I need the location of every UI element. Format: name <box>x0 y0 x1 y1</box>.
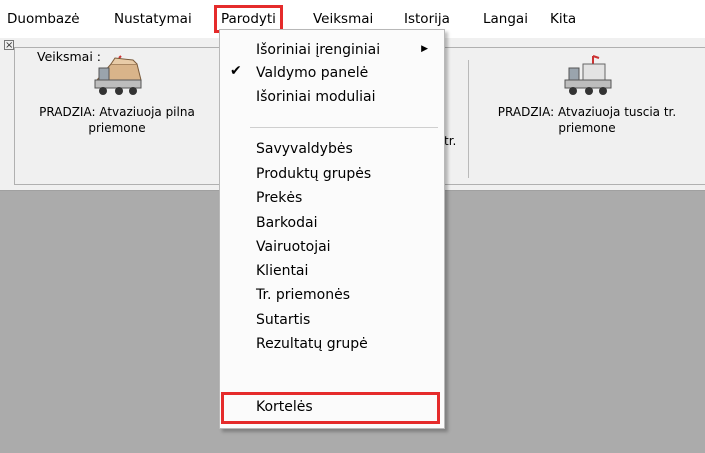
menu-divider <box>250 127 438 128</box>
menu-item-product-groups[interactable]: Produktų grupės <box>256 163 371 185</box>
menu-item-vehicles[interactable]: Tr. priemonės <box>256 284 350 306</box>
arrive-loaded-button[interactable]: PRADZIA: Atvaziuoja pilna priemone <box>18 54 216 136</box>
menu-veiksmai[interactable]: Veiksmai <box>313 9 373 29</box>
highlight-box <box>221 392 440 424</box>
menu-duombaze[interactable]: Duombazė <box>7 9 80 29</box>
menu-item-external-modules[interactable]: Išoriniai moduliai <box>256 86 376 108</box>
arrive-loaded-label: PRADZIA: Atvaziuoja pilna priemone <box>39 105 195 135</box>
loaded-truck-icon <box>89 54 145 98</box>
menu-item-external-devices[interactable]: Išoriniai įrenginiai <box>256 39 380 61</box>
toolbar-separator <box>468 60 469 178</box>
menu-item-drivers[interactable]: Vairuotojai <box>256 236 331 258</box>
close-panel-icon[interactable]: × <box>4 40 14 51</box>
arrive-empty-label: PRADZIA: Atvaziuoja tuscia tr. priemone <box>497 105 677 135</box>
hidden-button-label-fragment: tr. <box>444 134 457 148</box>
menu-item-municipalities[interactable]: Savyvaldybės <box>256 138 353 160</box>
menu-item-barcodes[interactable]: Barkodai <box>256 212 317 234</box>
empty-truck-icon <box>559 54 615 98</box>
menu-item-control-panel[interactable]: Valdymo panelė <box>256 62 368 84</box>
menu-item-goods[interactable]: Prekės <box>256 187 302 209</box>
menu-nustatymai[interactable]: Nustatymai <box>114 9 192 29</box>
menu-item-contract[interactable]: Sutartis <box>256 309 310 331</box>
menu-item-cards[interactable]: Kortelės <box>256 396 313 418</box>
menu-langai[interactable]: Langai <box>483 9 528 29</box>
menu-item-clients[interactable]: Klientai <box>256 260 308 282</box>
parodyti-dropdown: Išoriniai įrenginiai ▶ ✔ Valdymo panelė … <box>219 29 445 429</box>
menu-istorija[interactable]: Istorija <box>404 9 450 29</box>
menu-kita[interactable]: Kita <box>550 9 576 29</box>
arrive-empty-button[interactable]: PRADZIA: Atvaziuoja tuscia tr. priemone <box>480 54 694 136</box>
checkmark-icon: ✔ <box>230 63 242 79</box>
submenu-arrow-icon: ▶ <box>421 44 428 54</box>
menu-item-result-group[interactable]: Rezultatų grupė <box>256 333 368 355</box>
